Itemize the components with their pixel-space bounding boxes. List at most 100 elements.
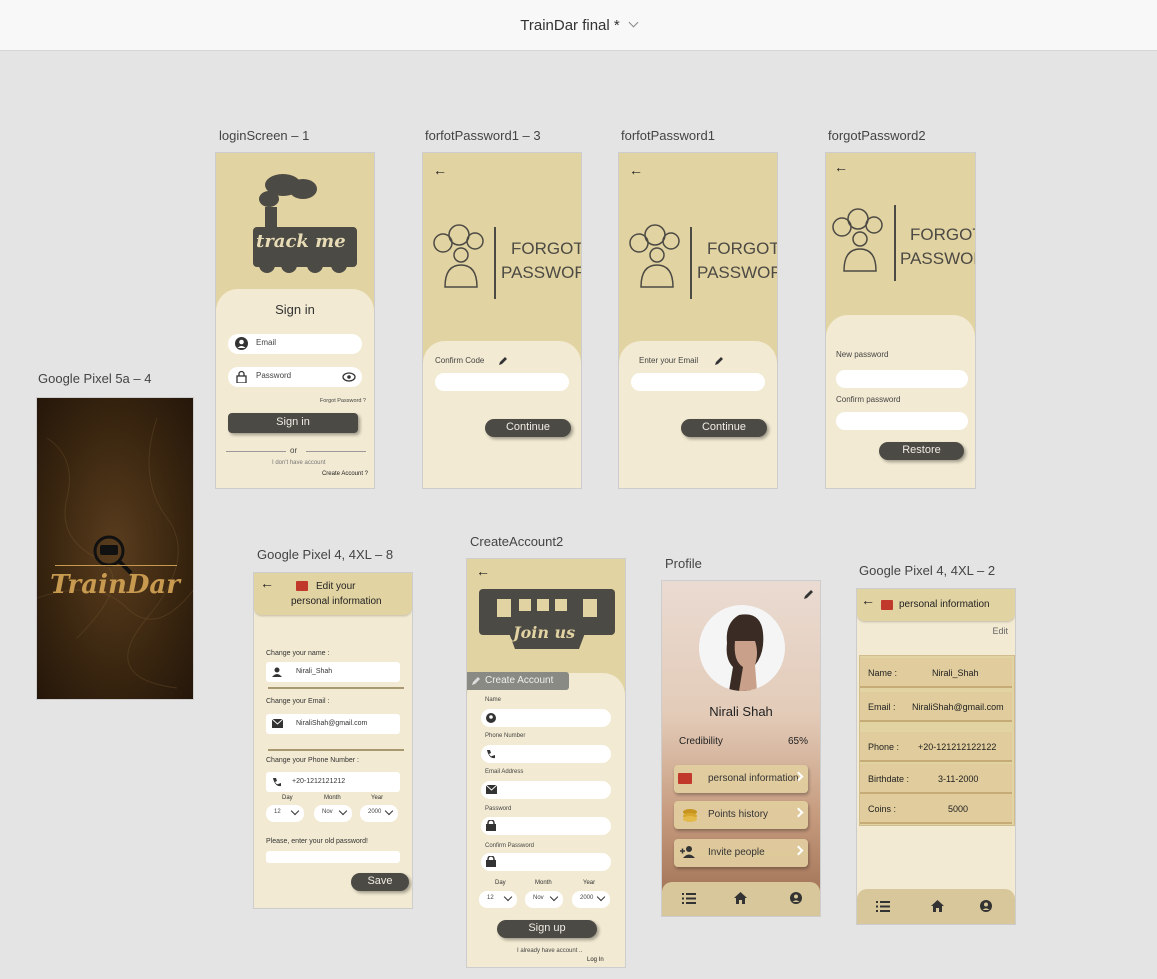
- pencil-icon[interactable]: [714, 356, 724, 366]
- month-select[interactable]: Nov: [525, 891, 563, 908]
- password-input[interactable]: [481, 817, 611, 835]
- save-button[interactable]: Save: [351, 873, 409, 891]
- info-value-email: NiraliShah@gmail.com: [912, 702, 1004, 712]
- artboard-label-edit-info[interactable]: Google Pixel 4, 4XL – 8: [257, 547, 393, 562]
- create-account-link[interactable]: Create Account ?: [322, 471, 368, 477]
- month-value: Nov: [533, 895, 544, 901]
- email-address-label: Email Address: [485, 769, 524, 775]
- artboard-login[interactable]: track me Sign in Email Password Forgot P…: [215, 152, 375, 489]
- year-value: 2000: [580, 895, 594, 901]
- home-icon[interactable]: [734, 892, 747, 904]
- name-input[interactable]: [481, 709, 611, 727]
- email-field[interactable]: NiraliShah@gmail.com: [266, 714, 400, 734]
- day-select[interactable]: 12: [266, 805, 304, 822]
- invite-people-button[interactable]: Invite people: [674, 839, 808, 867]
- artboard-label-profile[interactable]: Profile: [665, 556, 702, 571]
- lock-icon: [236, 370, 247, 383]
- personal-information-button[interactable]: personal information: [674, 765, 808, 793]
- phone-input[interactable]: [481, 745, 611, 763]
- document-title[interactable]: TrainDar final *: [0, 17, 1157, 34]
- info-row-name: Name : Nirali_Shah: [860, 658, 1012, 688]
- already-account-text: I already have account ..: [517, 948, 583, 954]
- artboard-label-forgot-reset[interactable]: forgotPassword2: [828, 128, 926, 143]
- profile-name: Nirali Shah: [709, 704, 773, 719]
- day-select[interactable]: 12: [479, 891, 517, 908]
- personal-info-title: personal information: [899, 599, 990, 610]
- artboard-label-splash[interactable]: Google Pixel 5a – 4: [38, 371, 151, 386]
- lock-icon: [486, 856, 496, 867]
- edit-header-line2: personal information: [291, 596, 382, 607]
- month-select[interactable]: Nov: [314, 805, 352, 822]
- artboard-personal-info[interactable]: ← personal information Edit Name : Nirali…: [856, 588, 1016, 925]
- eye-icon[interactable]: [342, 372, 356, 382]
- thinking-person-icon: [433, 224, 484, 288]
- sign-in-button[interactable]: Sign in: [228, 413, 358, 433]
- id-card-icon: [881, 600, 893, 610]
- edit-pencil-icon[interactable]: [803, 589, 814, 600]
- artboard-edit-info[interactable]: ← Edit your personal information Change …: [253, 572, 413, 909]
- back-arrow-icon[interactable]: ←: [260, 576, 274, 590]
- password-input[interactable]: Password: [228, 367, 362, 387]
- back-arrow-icon[interactable]: ←: [629, 163, 643, 177]
- graphic-divider: [894, 205, 896, 281]
- year-select[interactable]: 2000: [360, 805, 398, 822]
- account-icon[interactable]: [790, 892, 802, 904]
- name-field[interactable]: Nirali_Shah: [266, 662, 400, 682]
- confirm-password-input[interactable]: [481, 853, 611, 871]
- old-password-field[interactable]: [266, 851, 400, 863]
- account-icon[interactable]: [980, 900, 992, 912]
- back-arrow-icon[interactable]: ←: [834, 160, 848, 174]
- or-text: or: [290, 446, 298, 455]
- year-label: Year: [583, 880, 596, 886]
- confirm-code-label: Confirm Code: [435, 356, 485, 365]
- info-key-phone: Phone :: [868, 742, 900, 752]
- artboard-forgot-confirm[interactable]: ← FORGOT PASSWORD Confirm Code Continue: [422, 152, 582, 489]
- artboard-forgot-reset[interactable]: ← FORGOT PASSWORD New password Confirm p…: [825, 152, 976, 489]
- artboard-label-forgot-email[interactable]: forfotPassword1: [621, 128, 715, 143]
- email-input[interactable]: Email: [228, 334, 362, 354]
- artboard-label-personal-info[interactable]: Google Pixel 4, 4XL – 2: [859, 563, 995, 578]
- add-person-icon: [680, 846, 695, 858]
- confirm-card: Confirm Code Continue: [423, 341, 581, 488]
- new-password-input[interactable]: [836, 370, 968, 388]
- email-address-input[interactable]: [481, 781, 611, 799]
- edit-header: ← Edit your personal information: [254, 573, 412, 615]
- sign-up-button[interactable]: Sign up: [497, 920, 597, 938]
- pencil-icon[interactable]: [498, 356, 508, 366]
- continue-button-confirm[interactable]: Continue: [485, 419, 571, 437]
- create-account-tab-label: Create Account: [485, 675, 554, 686]
- back-arrow-icon[interactable]: ←: [861, 593, 875, 607]
- home-icon[interactable]: [931, 900, 944, 912]
- month-label: Month: [535, 880, 552, 886]
- back-arrow-icon[interactable]: ←: [433, 163, 447, 177]
- forgot-password-link[interactable]: Forgot Password ?: [320, 398, 366, 404]
- create-account-tab[interactable]: Create Account: [467, 672, 569, 690]
- chevron-down-icon[interactable]: [628, 17, 639, 28]
- year-select[interactable]: 2000: [572, 891, 610, 908]
- phone-field[interactable]: +20-1212121212: [266, 772, 400, 792]
- log-in-link[interactable]: Log In: [587, 957, 604, 963]
- list-icon[interactable]: [876, 901, 890, 912]
- confirm-code-input[interactable]: [435, 373, 569, 391]
- phone-value: +20-1212121212: [292, 778, 346, 785]
- artboard-splash[interactable]: TrainDar: [36, 397, 194, 700]
- continue-button-email[interactable]: Continue: [681, 419, 767, 437]
- artboard-label-create-account[interactable]: CreateAccount2: [470, 534, 563, 549]
- restore-button[interactable]: Restore: [879, 442, 964, 460]
- email-input[interactable]: [631, 373, 765, 391]
- list-icon[interactable]: [682, 893, 696, 904]
- day-value: 12: [274, 809, 281, 815]
- info-value-birthdate: 3-11-2000: [938, 774, 979, 784]
- confirm-password-input[interactable]: [836, 412, 968, 430]
- chevron-down-icon: [290, 806, 300, 816]
- top-bar: TrainDar final *: [0, 0, 1157, 51]
- artboard-forgot-email[interactable]: ← FORGOT PASSWORD Enter your Email Conti…: [618, 152, 778, 489]
- back-arrow-icon[interactable]: ←: [476, 564, 490, 578]
- points-history-button[interactable]: Points history: [674, 801, 808, 829]
- artboard-label-login[interactable]: loginScreen – 1: [219, 128, 309, 143]
- artboard-label-forgot-confirm[interactable]: forfotPassword1 – 3: [425, 128, 541, 143]
- artboard-create-account[interactable]: ← Join us Name Phone Number Email Addres…: [466, 558, 626, 968]
- edit-link[interactable]: Edit: [992, 626, 1008, 636]
- id-card-icon: [678, 773, 692, 784]
- artboard-profile[interactable]: Nirali Shah Credibility 65% personal inf…: [661, 580, 821, 917]
